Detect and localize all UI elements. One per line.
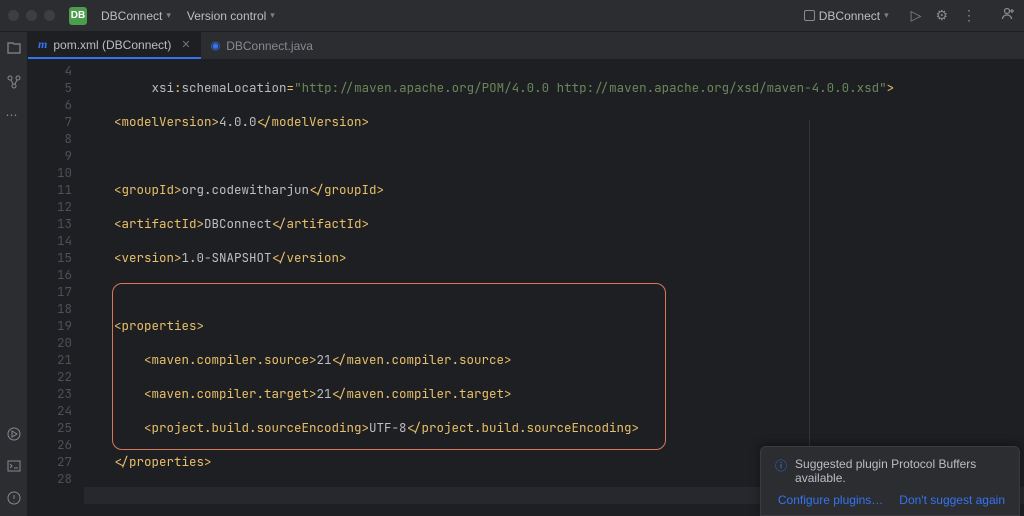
add-user-icon[interactable] [1000, 6, 1016, 25]
chevron-down-icon: ▾ [884, 10, 889, 21]
editor-tabs: m pom.xml (DBConnect) ✕ ◉ DBConnect.java [28, 32, 1024, 60]
tab-pom-xml[interactable]: m pom.xml (DBConnect) ✕ [28, 32, 201, 59]
tab-dbconnect-java[interactable]: ◉ DBConnect.java [201, 32, 323, 59]
configure-plugins-link[interactable]: Configure plugins… [778, 493, 883, 507]
chevron-down-icon: ▾ [270, 10, 275, 21]
structure-tool-icon[interactable] [6, 74, 22, 90]
chevron-down-icon: ▾ [166, 10, 171, 21]
run-config-dropdown[interactable]: DBConnect▾ [796, 9, 897, 23]
terminal-tool-icon[interactable] [6, 458, 22, 474]
tab-label: pom.xml (DBConnect) [53, 38, 171, 52]
notification-text: Suggested plugin Protocol Buffers availa… [795, 457, 1005, 485]
services-tool-icon[interactable] [6, 426, 22, 442]
plugin-notification: ⓘ Suggested plugin Protocol Buffers avai… [760, 446, 1020, 516]
window-controls[interactable] [8, 10, 55, 21]
maven-file-icon: m [38, 37, 47, 52]
vcs-dropdown[interactable]: Version control▾ [179, 9, 283, 23]
project-tool-icon[interactable] [6, 40, 22, 56]
info-icon: ⓘ [775, 457, 787, 474]
more-tool-icon[interactable]: ⋯ [6, 108, 22, 124]
project-badge: DB [69, 7, 87, 25]
java-file-icon: ◉ [211, 39, 221, 52]
debug-icon[interactable]: ⚙ [935, 7, 948, 24]
close-icon[interactable]: ✕ [177, 38, 190, 51]
tool-rail-left: ⋯ [0, 32, 28, 516]
dismiss-link[interactable]: Don't suggest again [899, 493, 1005, 507]
tab-label: DBConnect.java [226, 39, 313, 53]
titlebar: DB DBConnect▾ Version control▾ DBConnect… [0, 0, 1024, 32]
run-icon[interactable]: ▷ [911, 7, 922, 24]
project-dropdown[interactable]: DBConnect▾ [93, 9, 179, 23]
problems-tool-icon[interactable] [6, 490, 22, 506]
more-icon[interactable]: ⋮ [962, 7, 976, 24]
gutter: 4567891011121314151617181920212223242526… [28, 60, 84, 516]
